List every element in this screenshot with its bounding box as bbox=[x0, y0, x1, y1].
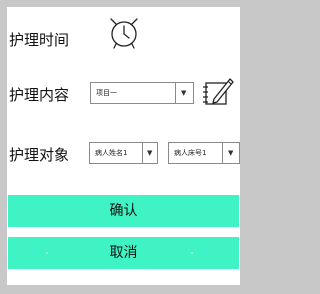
patient-name-selected: 病人姓名1 bbox=[95, 149, 128, 157]
nursing-content-selected: 项目一 bbox=[96, 89, 117, 97]
decorative-dot bbox=[46, 252, 48, 254]
nursing-content-label: 护理内容 bbox=[9, 86, 70, 104]
chevron-down-icon[interactable]: ▼ bbox=[228, 143, 233, 163]
confirm-button-label: 确认 bbox=[109, 203, 138, 219]
nursing-form-panel: 护理时间 护理内容 项目一 ▼ 护理对象 病人姓名1 ▼ 病人床号1 ▼ 确认 … bbox=[7, 7, 240, 285]
bed-number-select[interactable]: 病人床号1 ▼ bbox=[168, 142, 240, 164]
decorative-dot bbox=[191, 252, 193, 254]
cancel-button[interactable]: 取消 bbox=[8, 237, 239, 269]
nursing-target-label: 护理对象 bbox=[9, 146, 70, 164]
select-divider bbox=[175, 82, 176, 104]
edit-note-icon[interactable] bbox=[202, 76, 234, 106]
chevron-down-icon[interactable]: ▼ bbox=[181, 83, 186, 103]
select-divider bbox=[222, 142, 223, 164]
confirm-button[interactable]: 确认 bbox=[8, 195, 239, 227]
cancel-button-label: 取消 bbox=[109, 245, 138, 261]
bed-number-selected: 病人床号1 bbox=[174, 149, 207, 157]
nursing-content-select[interactable]: 项目一 ▼ bbox=[90, 82, 194, 104]
patient-name-select[interactable]: 病人姓名1 ▼ bbox=[89, 142, 158, 164]
chevron-down-icon[interactable]: ▼ bbox=[147, 143, 152, 163]
nursing-time-label: 护理时间 bbox=[9, 31, 70, 49]
alarm-clock-icon[interactable] bbox=[105, 13, 143, 51]
select-divider bbox=[142, 142, 143, 164]
